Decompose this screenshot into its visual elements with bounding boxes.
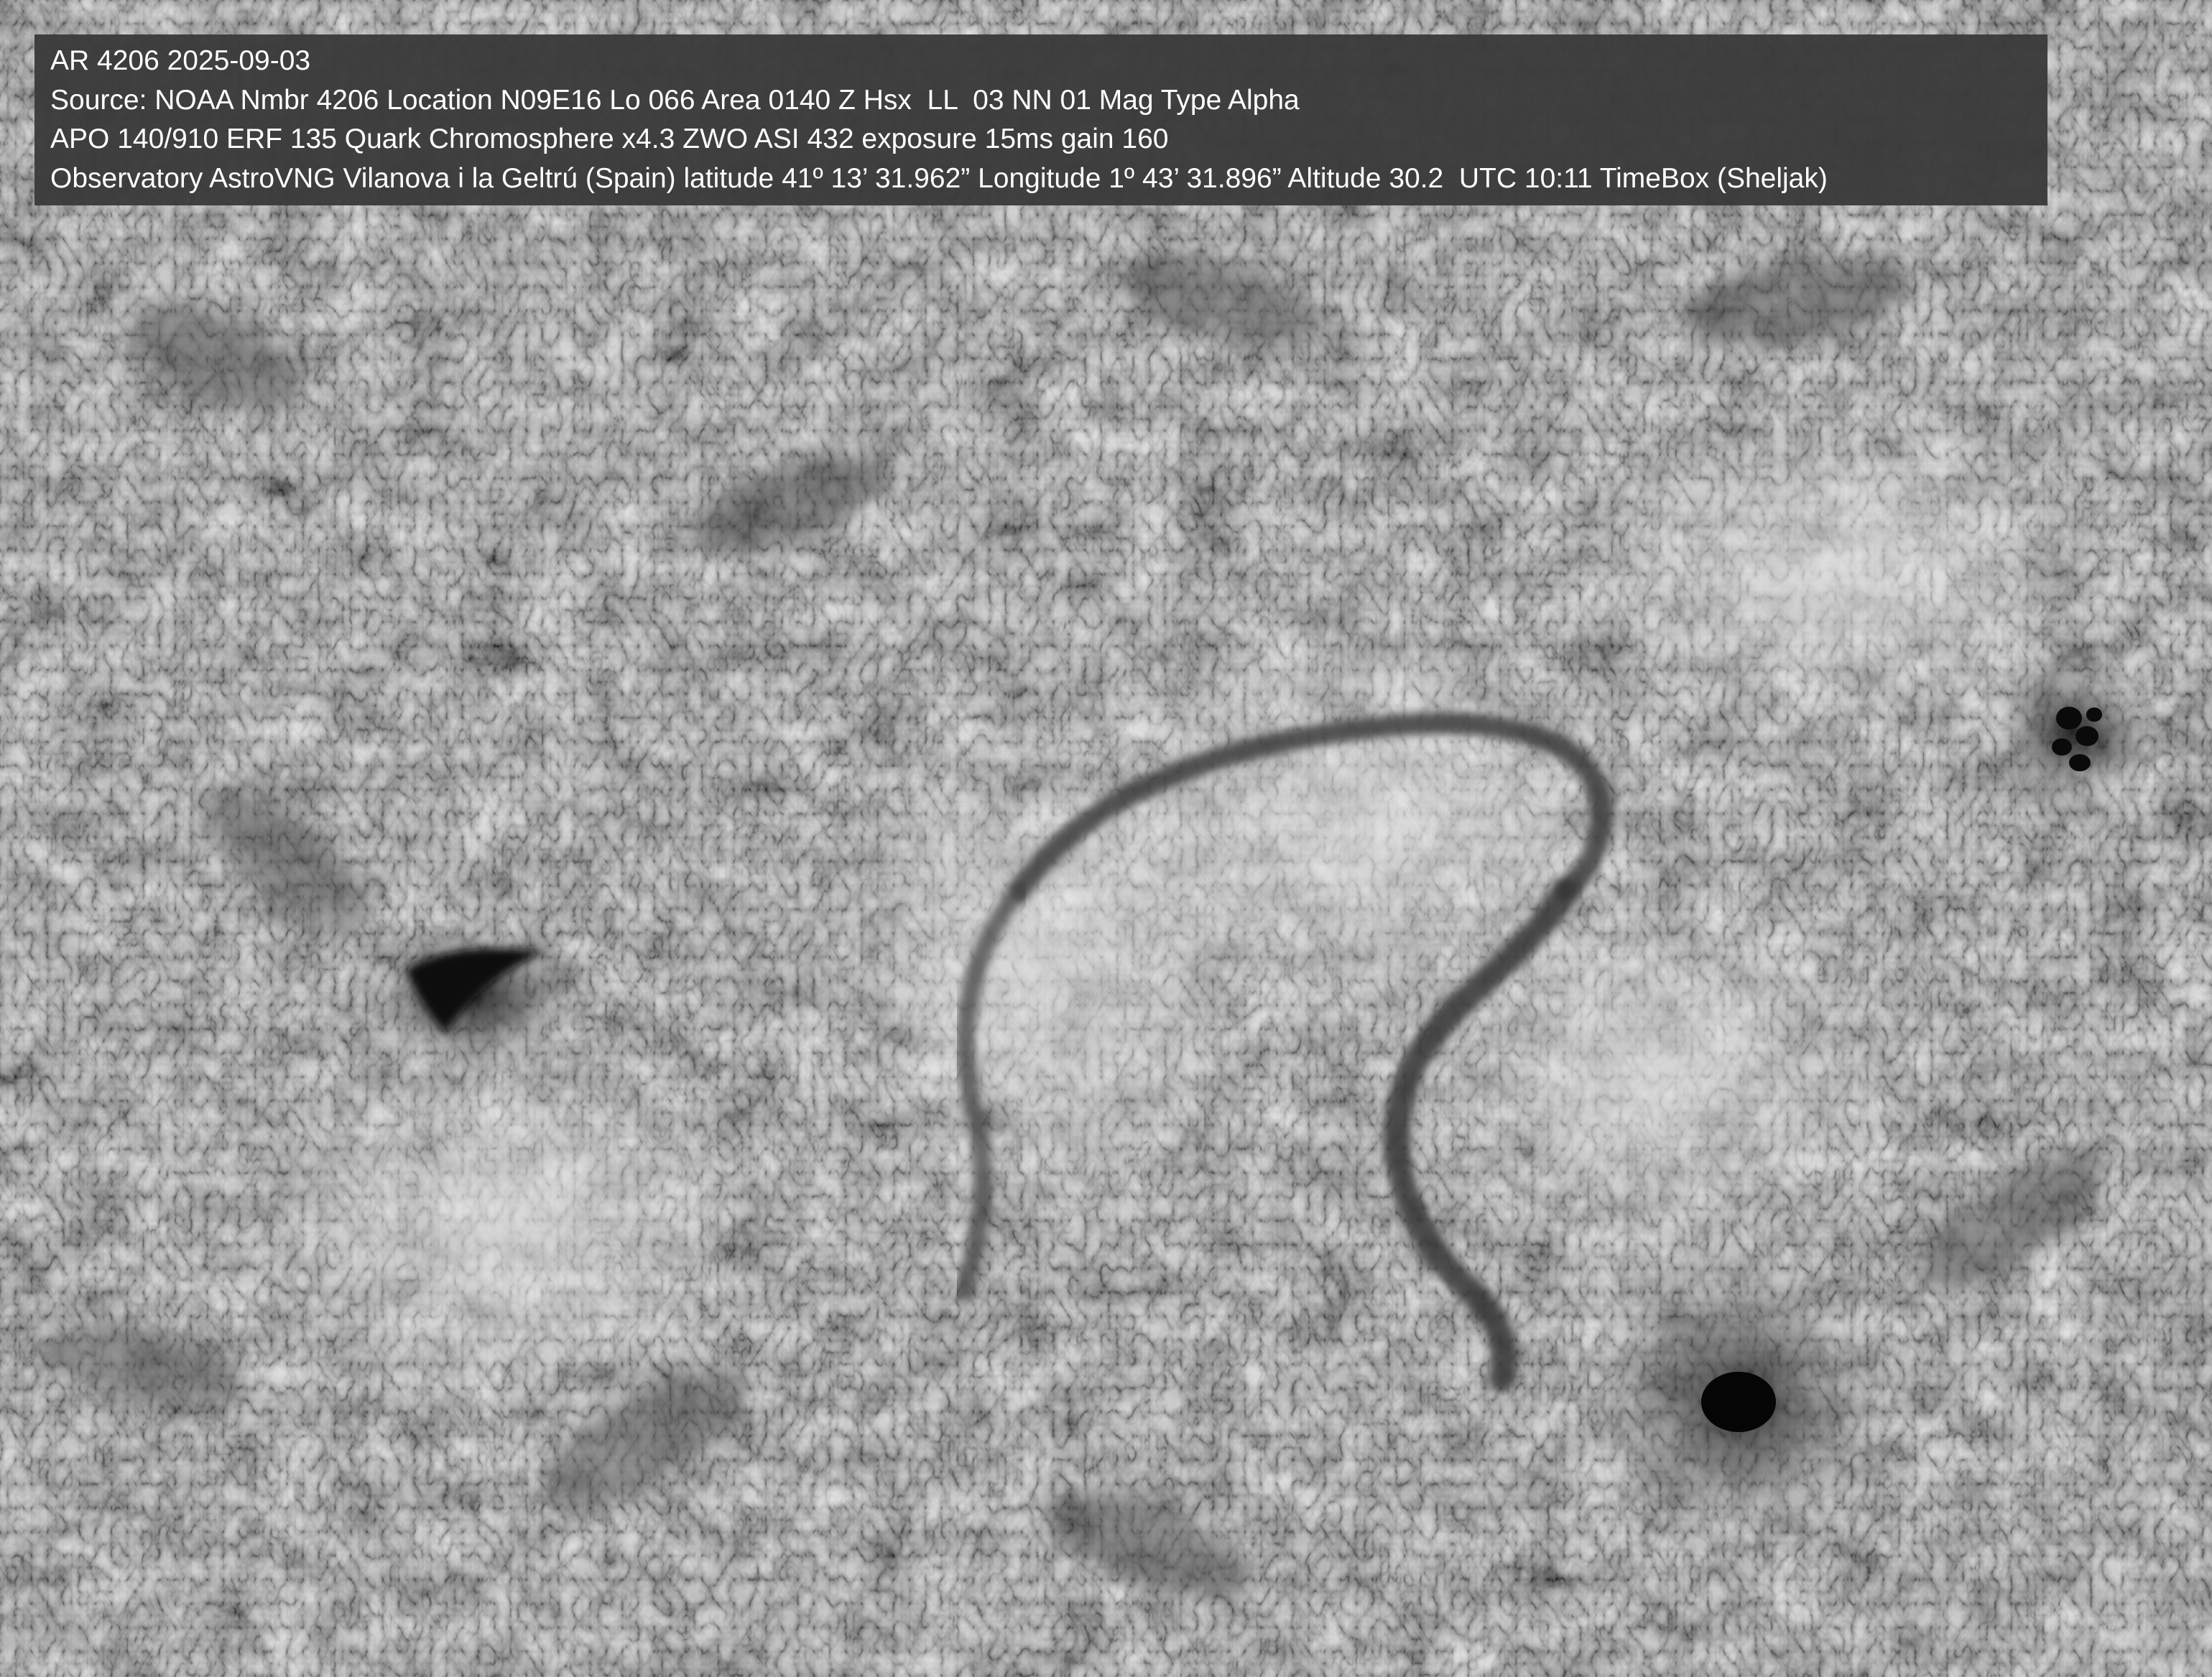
caption-box: AR 4206 2025-09-03 Source: NOAA Nmbr 420… — [34, 34, 2047, 205]
caption-source: Source: NOAA Nmbr 4206 Location N09E16 L… — [50, 84, 1300, 116]
sunspot-cluster — [1986, 646, 2159, 819]
caption-equipment: APO 140/910 ERF 135 Quark Chromosphere x… — [50, 124, 1169, 154]
solar-chromosphere-photo: AR 4206 2025-09-03 Source: NOAA Nmbr 420… — [0, 0, 2212, 1677]
sunspot-large — [1588, 1250, 1889, 1551]
dark-pore — [352, 919, 596, 1077]
chromosphere-texture — [0, 0, 2212, 1677]
caption-observatory: Observatory AstroVNG Vilanova i la Geltr… — [50, 162, 1828, 194]
caption-title: AR 4206 2025-09-03 — [50, 45, 311, 76]
